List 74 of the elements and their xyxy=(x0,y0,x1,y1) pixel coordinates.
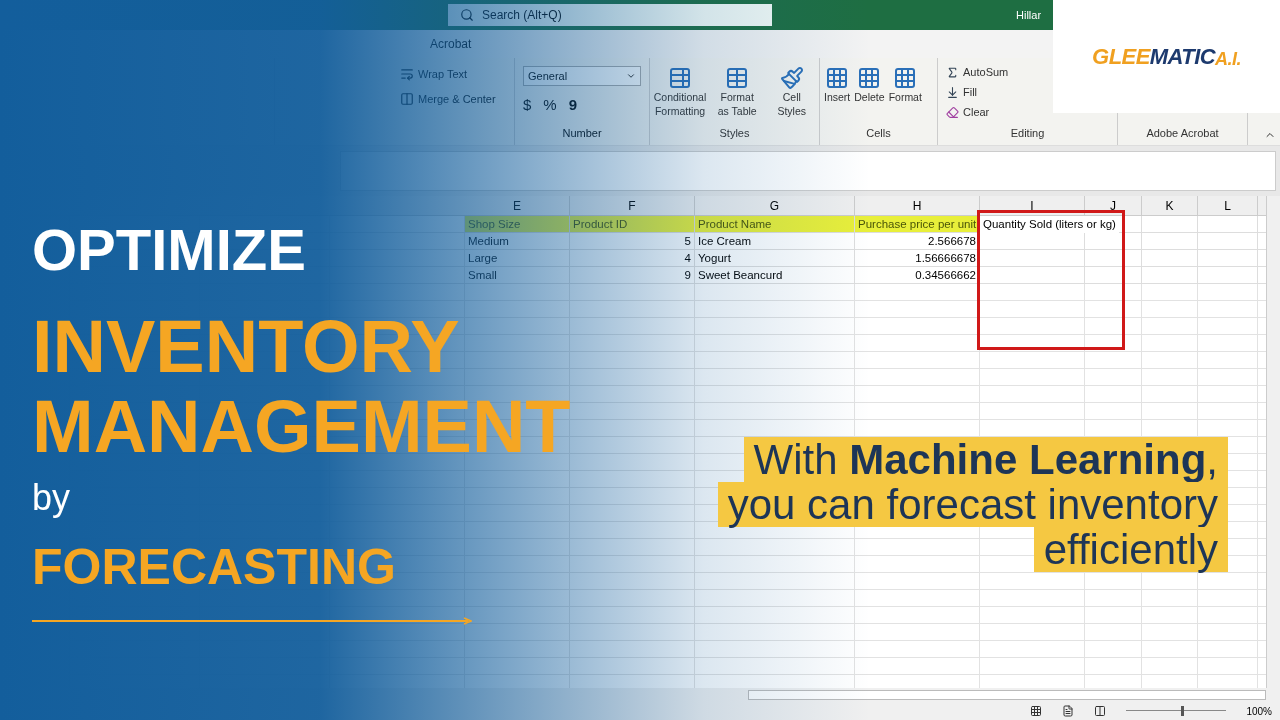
sigma-icon xyxy=(946,65,959,79)
column-header[interactable]: K xyxy=(1142,196,1198,215)
vertical-scrollbar[interactable] xyxy=(1266,196,1280,688)
percent-button[interactable]: % xyxy=(543,94,557,117)
table-cell-text: Large xyxy=(468,251,499,266)
grid-icon xyxy=(857,66,882,90)
brush-icon xyxy=(779,66,804,90)
table-cell-text: 5 xyxy=(683,234,691,249)
table-cell-text: Sweet Beancurd xyxy=(698,268,784,283)
column-header[interactable]: H xyxy=(855,196,980,215)
table-cell-text: 0.34566662 xyxy=(914,268,976,283)
group-label: Cells xyxy=(866,125,891,141)
zoom-value: 100% xyxy=(1246,704,1272,719)
callout-text: efficiently xyxy=(1033,527,1228,572)
table-cell-text: Yogurt xyxy=(698,251,732,266)
zoom-slider[interactable] xyxy=(1126,706,1227,716)
table-cell-text: 9 xyxy=(683,268,691,283)
grid-icon xyxy=(825,66,850,90)
grid-icon xyxy=(893,66,918,90)
table-cell-text: Medium xyxy=(468,234,510,249)
comma-button[interactable]: 9 xyxy=(568,94,578,117)
column-header[interactable]: E xyxy=(465,196,570,215)
logo-text: GLEE xyxy=(1092,43,1150,71)
horizontal-scrollbar[interactable] xyxy=(748,690,1266,700)
headline-text: by xyxy=(32,476,71,520)
column-header[interactable]: G xyxy=(695,196,855,215)
column-title-cell-text: Product Name xyxy=(697,217,773,232)
ribbon-button[interactable]: Format xyxy=(888,66,922,106)
ribbon-button[interactable]: Delete xyxy=(854,66,885,106)
headline-text: OPTIMIZE xyxy=(32,216,306,284)
ribbon-button[interactable]: Insert xyxy=(824,66,851,106)
eraser-icon xyxy=(946,105,959,119)
arrow-line-icon xyxy=(32,617,472,625)
column-header[interactable]: L xyxy=(1198,196,1258,215)
table-icon xyxy=(725,66,750,90)
ribbon-button[interactable]: Cell Styles xyxy=(768,66,815,118)
column-title-cell-text: Product ID xyxy=(572,217,629,232)
group-label: Editing xyxy=(1010,125,1045,141)
currency-button[interactable]: $ xyxy=(523,94,532,117)
column-title-cell-text: Shop Size xyxy=(467,217,522,232)
caret-icon xyxy=(626,71,636,81)
column-title-cell: Quantity Sold (liters or kg) xyxy=(980,216,1119,233)
table-cell-text: 4 xyxy=(683,251,691,266)
down-arrow-icon xyxy=(946,85,959,99)
table-cell-text: 1.56666678 xyxy=(914,251,976,266)
ribbon-button[interactable]: Format as Table xyxy=(714,66,761,118)
group-label: Adobe Acrobat xyxy=(1146,125,1219,141)
column-header[interactable]: J xyxy=(1085,196,1142,215)
search-icon xyxy=(460,8,474,22)
logo-text: A.I. xyxy=(1215,48,1241,71)
user-name: Hillar xyxy=(1016,7,1042,23)
table-cell-text: 2.566678 xyxy=(927,234,976,249)
headline-text: INVENTORY xyxy=(32,307,460,387)
callout-text: With Machine Learning, xyxy=(743,437,1228,482)
page-break-icon[interactable] xyxy=(1094,705,1107,717)
headline-text: FORECASTING xyxy=(32,538,396,597)
column-title-cell-text: Purchase price per unit xyxy=(857,217,978,232)
column-header[interactable]: I xyxy=(980,196,1085,215)
grid-icon xyxy=(668,66,692,90)
table-cell-text: Ice Cream xyxy=(698,234,753,249)
page-layout-icon[interactable] xyxy=(1062,705,1075,717)
zoom-thumb[interactable] xyxy=(1181,706,1185,716)
table-cell-text: Small xyxy=(468,268,498,283)
ribbon-button[interactable]: Conditional Formatting xyxy=(654,66,706,118)
callout-text: you can forecast inventory xyxy=(717,482,1228,527)
wrap-text-icon xyxy=(400,67,414,82)
logo-text: MATIC xyxy=(1149,43,1216,71)
normal-view-icon[interactable] xyxy=(1030,705,1043,717)
merge-icon xyxy=(400,91,414,106)
group-label: Number xyxy=(562,125,602,141)
number-format-dropdown[interactable]: General xyxy=(523,66,641,86)
column-header[interactable]: F xyxy=(570,196,695,215)
group-label: Styles xyxy=(719,125,750,141)
search-field[interactable]: Search (Alt+Q) xyxy=(448,4,772,26)
